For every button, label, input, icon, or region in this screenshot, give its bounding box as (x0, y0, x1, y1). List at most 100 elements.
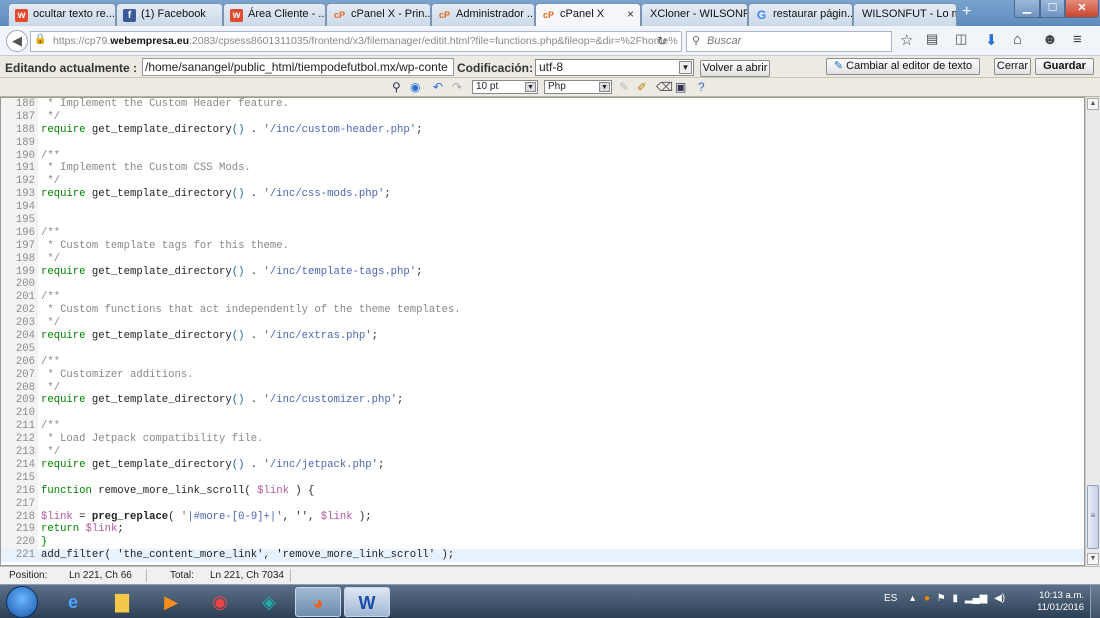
code-line[interactable]: 191 * Implement the Custom CSS Mods. (1, 162, 1084, 176)
bookmark-star-icon[interactable]: ☆ (900, 31, 913, 49)
code-line[interactable]: 208 */ (1, 381, 1084, 395)
code-line[interactable]: 187 */ (1, 110, 1084, 124)
syntax-language-select[interactable]: Php ▼ (544, 80, 612, 94)
vertical-scrollbar[interactable]: ▲ ≡ ▼ (1085, 97, 1100, 566)
code-line[interactable]: 197 * Custom template tags for this them… (1, 239, 1084, 253)
help-icon[interactable]: ? (698, 80, 705, 94)
code-line[interactable]: 203 */ (1, 317, 1084, 331)
code-line[interactable]: 192 */ (1, 175, 1084, 189)
code-line[interactable]: 201/** (1, 291, 1084, 305)
code-line[interactable]: 205 (1, 342, 1084, 356)
volume-icon[interactable]: ◀) (994, 593, 1005, 604)
back-button[interactable]: ◀ (6, 30, 28, 52)
chrome-icon[interactable]: ◉ (197, 587, 243, 617)
code-line[interactable]: 221 add_filter( 'the_content_more_link', … (1, 549, 1084, 563)
code-line[interactable]: 216 function remove_more_link_scroll( $li… (1, 484, 1084, 498)
code-line[interactable]: 220} (1, 536, 1084, 550)
code-line[interactable]: 215 (1, 471, 1084, 485)
code-line[interactable]: 218 $link = preg_replace( '|#more-[0-9]+|… (1, 510, 1084, 524)
tab-1[interactable]: w ocultar texto re... (8, 3, 116, 26)
app-icon[interactable]: ◈ (246, 587, 292, 617)
tab-9[interactable]: WILSONFUT - Lo m... (853, 3, 957, 26)
new-tab-button[interactable]: + (962, 3, 971, 21)
code-line[interactable]: 188 require get_template_directory() . '/… (1, 123, 1084, 137)
find-icon[interactable]: ⚲ (392, 80, 401, 94)
language-indicator[interactable]: ES (884, 593, 897, 604)
close-window-button[interactable]: ✕ (1065, 0, 1099, 18)
address-bar[interactable]: https://cp79.webempresa.eu:2083/cpsess86… (30, 31, 682, 52)
highlight-icon[interactable]: ✎ (619, 80, 629, 94)
undo-icon[interactable]: ↶ (433, 80, 443, 94)
switch-editor-button[interactable]: ✎ Cambiar al editor de texto (826, 58, 980, 75)
code-line[interactable]: 194 (1, 201, 1084, 215)
maximize-button[interactable]: ☐ (1040, 0, 1065, 18)
scroll-up-icon[interactable]: ▲ (1087, 98, 1099, 110)
tab-5[interactable]: cP Administrador ... (431, 3, 535, 26)
file-path-field[interactable]: /home/sanangel/public_html/tiempodefutbo… (142, 58, 454, 76)
code-line[interactable]: 196/** (1, 226, 1084, 240)
minimize-button[interactable]: ▁ (1014, 0, 1040, 18)
code-line[interactable]: 199 require get_template_directory() . '/… (1, 265, 1084, 279)
eraser-icon[interactable]: ⌫ (656, 80, 673, 94)
close-button[interactable]: Cerrar (994, 58, 1031, 75)
code-line[interactable]: 186 * Implement the Custom Header featur… (1, 98, 1084, 111)
reading-list-icon[interactable]: ▤ (926, 31, 938, 47)
tab-4[interactable]: cP cPanel X - Prin... (326, 3, 431, 26)
font-size-select[interactable]: 10 pt ▼ (472, 80, 538, 94)
code-line[interactable]: 198 */ (1, 252, 1084, 266)
scroll-down-icon[interactable]: ▼ (1087, 553, 1099, 565)
start-button[interactable] (6, 586, 38, 618)
search-input[interactable]: Buscar (686, 31, 892, 52)
encoding-select[interactable]: utf-8 ▼ (535, 59, 694, 76)
code-line[interactable]: 206/** (1, 355, 1084, 369)
tab-8[interactable]: Grestaurar págin... (748, 3, 853, 26)
code-line[interactable]: 207 * Customizer additions. (1, 368, 1084, 382)
security-icon[interactable]: ● (924, 593, 930, 604)
fullscreen-icon[interactable]: ▣ (675, 80, 686, 94)
code-line[interactable]: 211/** (1, 420, 1084, 434)
pocket-icon[interactable]: ◫ (955, 31, 967, 47)
clock[interactable]: 10:13 a.m. 11/01/2016 (1028, 590, 1084, 614)
code-line[interactable]: 190/** (1, 149, 1084, 163)
code-line[interactable]: 213 */ (1, 446, 1084, 459)
chat-icon[interactable]: ☻ (1042, 31, 1058, 48)
scroll-thumb[interactable]: ≡ (1087, 485, 1099, 549)
reopen-button[interactable]: Volver a abrir (700, 60, 770, 77)
wand-icon[interactable]: ✐ (637, 80, 647, 94)
code-editor[interactable]: 186 * Implement the Custom Header featur… (0, 97, 1085, 566)
tab-7[interactable]: XCloner - WILSONF... (641, 3, 748, 26)
reload-icon[interactable]: ↻ (657, 34, 667, 48)
download-icon[interactable]: ⬇ (985, 31, 998, 49)
tab-2[interactable]: f (1) Facebook (116, 3, 223, 26)
menu-icon[interactable]: ≡ (1073, 31, 1082, 48)
close-tab-icon[interactable]: × (627, 7, 634, 21)
code-line[interactable]: 204 require get_template_directory() . '/… (1, 330, 1084, 343)
tab-3[interactable]: w Área Cliente - ... (223, 3, 326, 26)
goto-line-icon[interactable]: ◉ (410, 80, 420, 94)
code-line[interactable]: 200 (1, 278, 1084, 292)
code-line[interactable]: 209 require get_template_directory() . '/… (1, 394, 1084, 408)
tab-6[interactable]: cP cPanel X × (535, 3, 641, 27)
code-line[interactable]: 189 (1, 136, 1084, 150)
firefox-icon[interactable]: ◕ (295, 587, 341, 617)
internet-explorer-icon[interactable]: e (50, 587, 96, 617)
code-line[interactable]: 202 * Custom functions that act independ… (1, 304, 1084, 318)
show-desktop-button[interactable] (1090, 585, 1100, 618)
battery-icon[interactable]: ▮ (953, 593, 959, 604)
network-icon[interactable]: ▂▄▆ (965, 593, 987, 604)
media-player-icon[interactable]: ▶ (148, 587, 194, 617)
flag-icon[interactable]: ⚑ (937, 593, 946, 604)
code-line[interactable]: 219 return $link; (1, 523, 1084, 537)
code-line[interactable]: 210 (1, 407, 1084, 421)
redo-icon[interactable]: ↷ (452, 80, 462, 94)
save-button[interactable]: Guardar (1035, 58, 1094, 75)
chevron-up-icon[interactable]: ▴ (910, 593, 915, 604)
file-explorer-icon[interactable]: ▇ (99, 587, 145, 617)
home-icon[interactable]: ⌂ (1013, 31, 1022, 48)
word-icon[interactable]: W (344, 587, 390, 617)
code-line[interactable]: 195 (1, 214, 1084, 227)
code-line[interactable]: 217 (1, 497, 1084, 511)
code-line[interactable]: 193 require get_template_directory() . '/… (1, 188, 1084, 202)
code-line[interactable]: 212 * Load Jetpack compatibility file. (1, 433, 1084, 447)
code-line[interactable]: 214 require get_template_directory() . '/… (1, 458, 1084, 472)
